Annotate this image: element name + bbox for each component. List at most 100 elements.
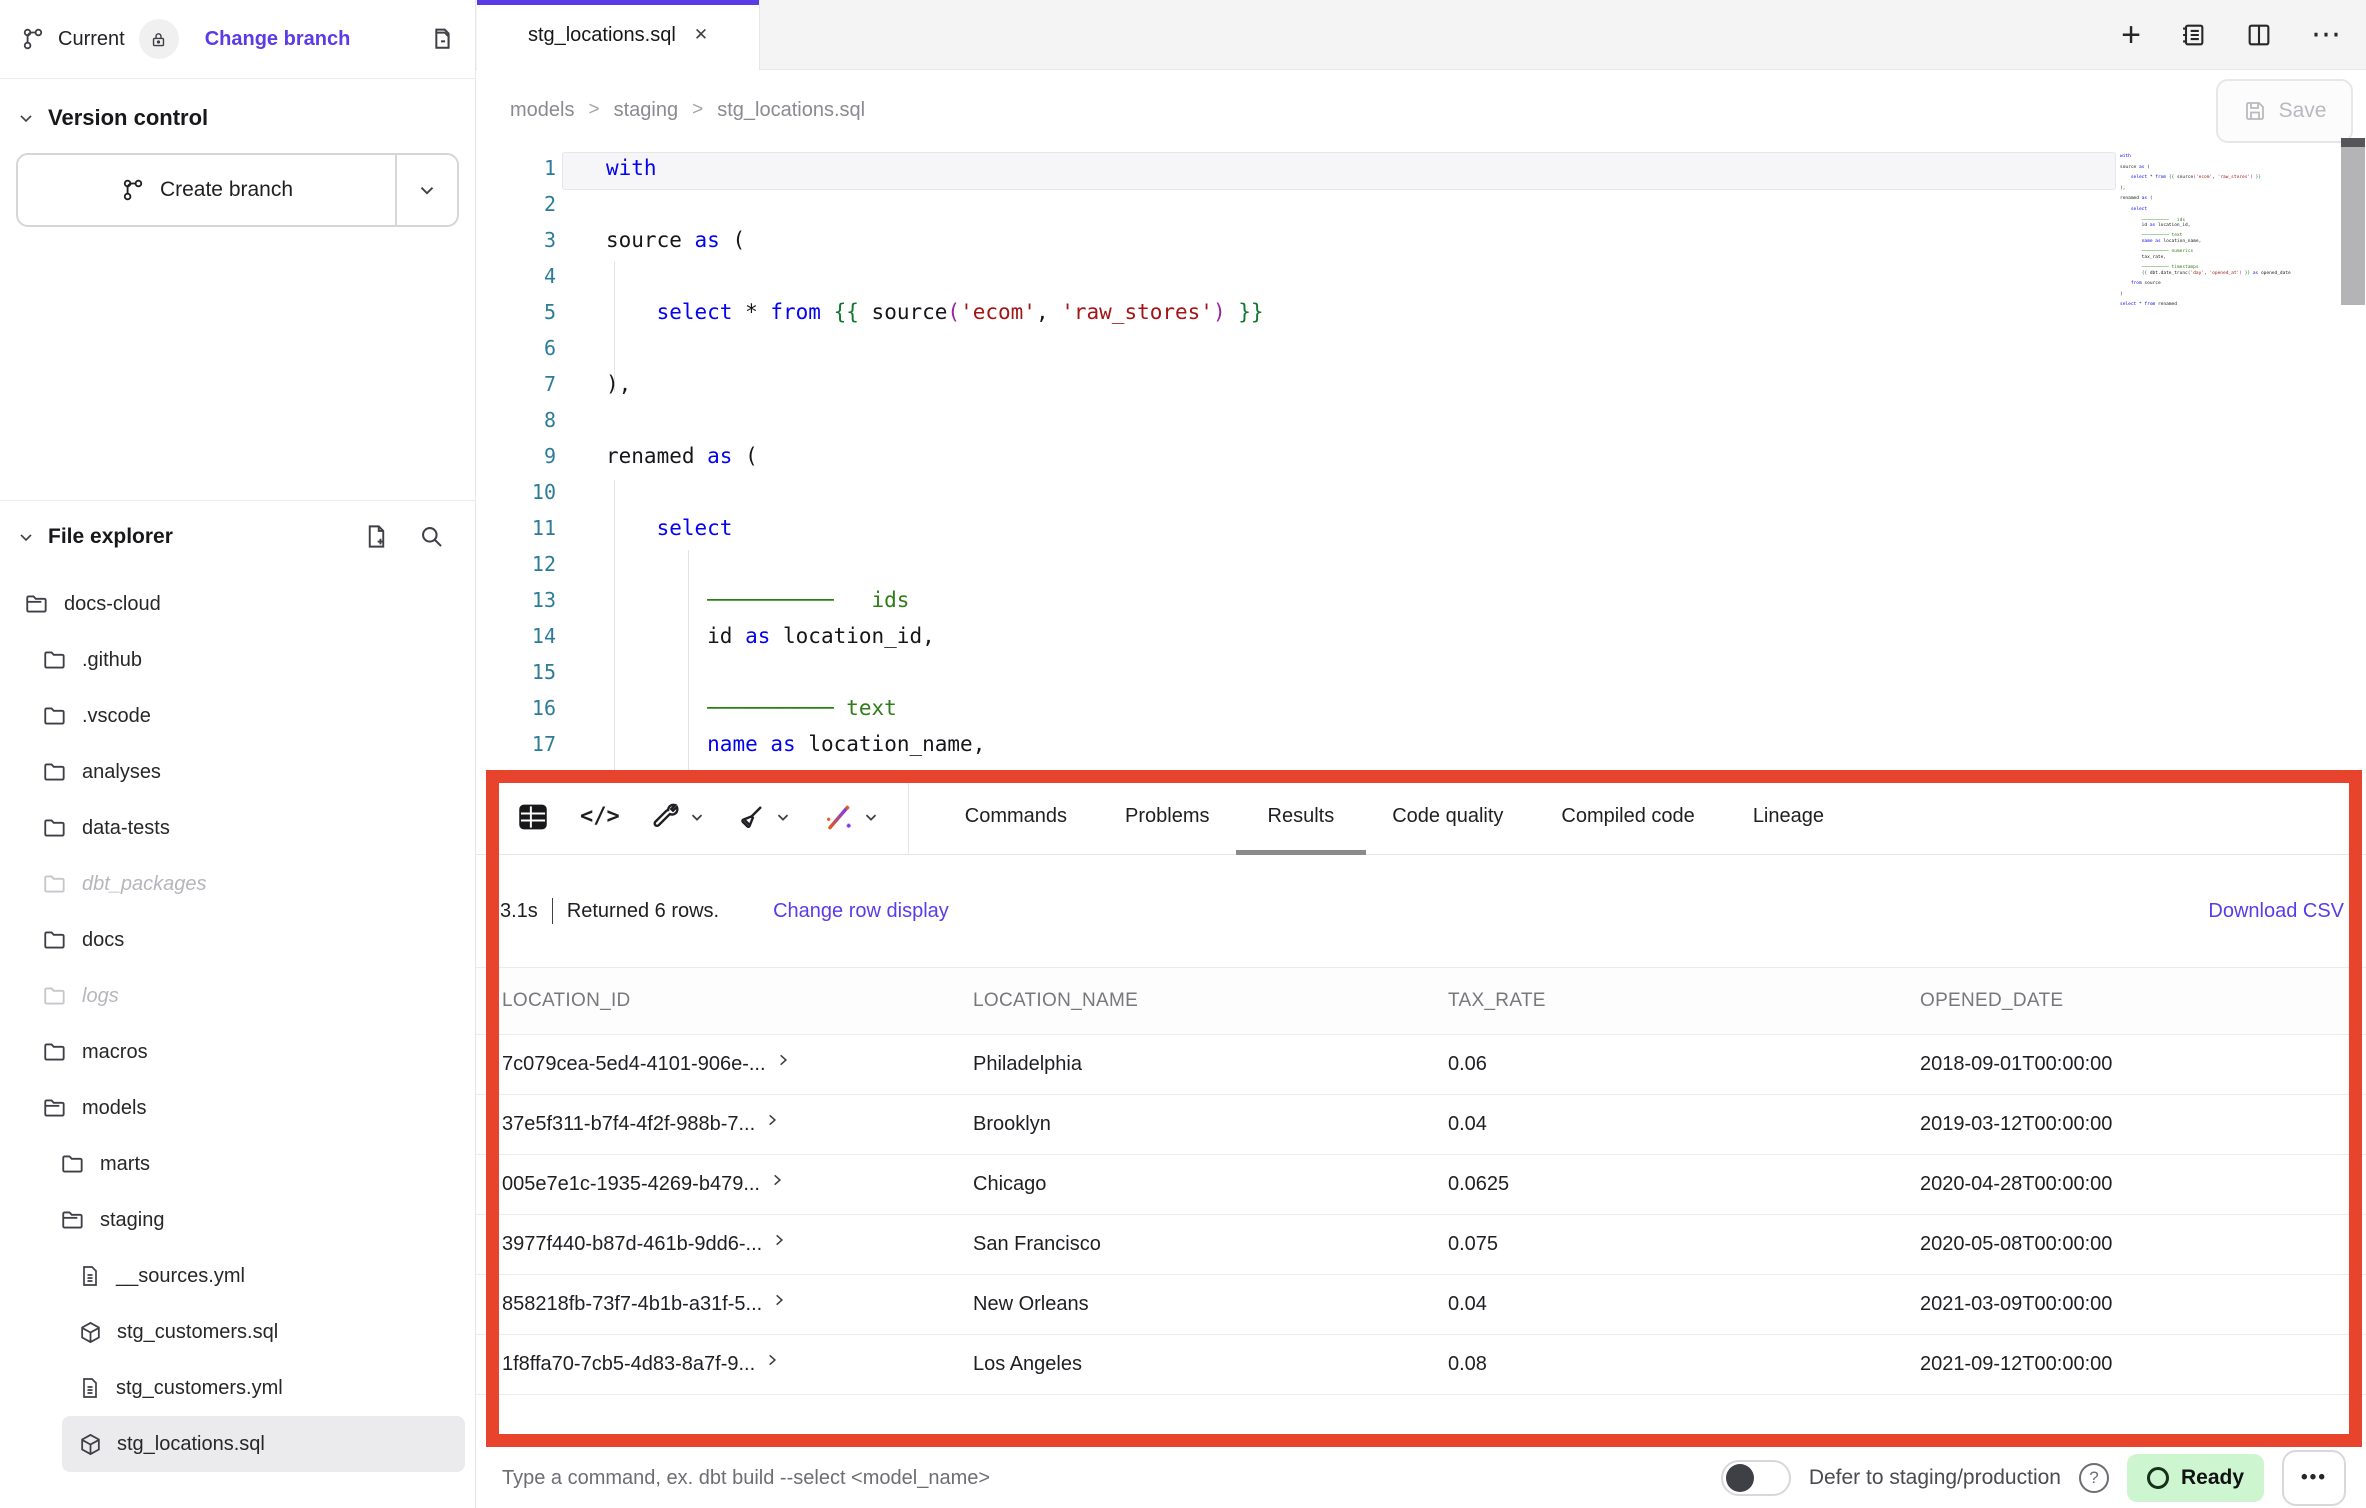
split-editor-icon[interactable]	[2245, 21, 2273, 49]
create-branch-label: Create branch	[160, 178, 293, 202]
table-row: 1f8ffa70-7cb5-4d83-8a7f-9...Los Angeles0…	[476, 1335, 2366, 1395]
save-button[interactable]: Save	[2216, 79, 2353, 143]
sidebar-item-staging[interactable]: staging	[0, 1192, 475, 1248]
table-cell: 1f8ffa70-7cb5-4d83-8a7f-9...	[476, 1353, 947, 1377]
panel-tab-commands[interactable]: Commands	[965, 779, 1067, 855]
expand-row-icon[interactable]	[772, 1233, 786, 1247]
overflow-menu-icon[interactable]: ⋯	[2311, 20, 2344, 50]
chevron-down-icon[interactable]	[16, 527, 36, 547]
minimap[interactable]: with source as ( select * from {{ source…	[2120, 154, 2270, 308]
scrollbar-thumb[interactable]	[2341, 147, 2365, 305]
new-tab-icon[interactable]: +	[2121, 18, 2141, 52]
sidebar-item-docs[interactable]: docs	[0, 912, 475, 968]
command-input[interactable]	[502, 1467, 1721, 1490]
expand-row-icon[interactable]	[772, 1293, 786, 1307]
table-icon[interactable]	[516, 800, 550, 834]
sidebar-item-macros[interactable]: macros	[0, 1024, 475, 1080]
code-line-15[interactable]: 15	[476, 654, 2366, 690]
panel-tab-problems[interactable]: Problems	[1125, 779, 1209, 855]
code-line-1[interactable]: 1with	[476, 150, 2366, 186]
sidebar-item-logs[interactable]: logs	[0, 968, 475, 1024]
model-icon	[78, 1320, 103, 1345]
code-line-17[interactable]: 17 name as location_name,	[476, 726, 2366, 762]
sidebar-item-data-tests[interactable]: data-tests	[0, 800, 475, 856]
version-control-section-header[interactable]: Version control	[0, 79, 475, 131]
code-line-12[interactable]: 12	[476, 546, 2366, 582]
sidebar-item-stg-locations-sql[interactable]: stg_locations.sql	[62, 1416, 465, 1472]
table-cell: 0.04	[1422, 1113, 1894, 1136]
expand-row-icon[interactable]	[776, 1053, 790, 1067]
create-branch-main[interactable]: Create branch	[18, 155, 395, 225]
expand-row-icon[interactable]	[765, 1353, 779, 1367]
folder-open-icon	[24, 591, 50, 617]
results-table: LOCATION_IDLOCATION_NAMETAX_RATEOPENED_D…	[476, 967, 2366, 1395]
help-icon[interactable]: ?	[2079, 1463, 2109, 1493]
folder-icon	[42, 927, 68, 953]
format-list-icon[interactable]	[2179, 21, 2207, 49]
toggle-knob	[1726, 1464, 1754, 1492]
panel-tab-code-quality[interactable]: Code quality	[1392, 779, 1503, 855]
panel-tab-compiled-code[interactable]: Compiled code	[1561, 779, 1694, 855]
sidebar-item-marts[interactable]: marts	[0, 1136, 475, 1192]
change-branch-link[interactable]: Change branch	[205, 28, 351, 51]
code-line-11[interactable]: 11 select	[476, 510, 2366, 546]
minimap-line: select * from renamed	[2120, 302, 2270, 307]
expand-row-icon[interactable]	[770, 1173, 784, 1187]
code-line-16[interactable]: 16 ────────── text	[476, 690, 2366, 726]
file-label: .vscode	[82, 705, 151, 728]
expand-row-icon[interactable]	[765, 1113, 779, 1127]
code-text: renamed as (	[556, 444, 758, 468]
file-label: data-tests	[82, 817, 170, 840]
chevron-down-icon	[862, 808, 880, 826]
magic-wand-icon[interactable]	[822, 801, 880, 833]
new-file-icon[interactable]	[363, 523, 390, 550]
sidebar-item-analyses[interactable]: analyses	[0, 744, 475, 800]
close-icon[interactable]: ✕	[694, 25, 708, 45]
breadcrumb-item-staging[interactable]: staging	[614, 99, 679, 122]
code-editor[interactable]: 1with23source as (45 select * from {{ so…	[476, 150, 2366, 780]
sidebar-item-stg-customers-yml[interactable]: stg_customers.yml	[0, 1360, 475, 1416]
sidebar-item-models[interactable]: models	[0, 1080, 475, 1136]
editor-scrollbar[interactable]	[2341, 138, 2365, 778]
code-line-9[interactable]: 9renamed as (	[476, 438, 2366, 474]
breadcrumb-separator: >	[588, 99, 599, 121]
create-branch-dropdown[interactable]	[395, 155, 457, 225]
defer-toggle[interactable]	[1721, 1460, 1791, 1496]
breadcrumb-item-stg-locations-sql[interactable]: stg_locations.sql	[717, 99, 865, 122]
search-icon[interactable]	[418, 523, 445, 550]
change-row-display-link[interactable]: Change row display	[773, 900, 949, 923]
panel-tab-lineage[interactable]: Lineage	[1753, 779, 1824, 855]
code-line-14[interactable]: 14 id as location_id,	[476, 618, 2366, 654]
panel-tab-results[interactable]: Results	[1268, 779, 1335, 855]
code-line-13[interactable]: 13 ────────── ids	[476, 582, 2366, 618]
tab-stg-locations[interactable]: stg_locations.sql ✕	[477, 0, 760, 70]
more-options-button[interactable]: •••	[2282, 1450, 2346, 1506]
code-line-7[interactable]: 7),	[476, 366, 2366, 402]
code-line-6[interactable]: 6	[476, 330, 2366, 366]
sidebar-item-dbt-packages[interactable]: dbt_packages	[0, 856, 475, 912]
code-line-8[interactable]: 8	[476, 402, 2366, 438]
sidebar-item-github[interactable]: .github	[0, 632, 475, 688]
code-line-4[interactable]: 4	[476, 258, 2366, 294]
code-text: select * from {{ source('ecom', 'raw_sto…	[556, 300, 1264, 324]
sidebar-item-vscode[interactable]: .vscode	[0, 688, 475, 744]
breadcrumb: models>staging>stg_locations.sql	[510, 99, 865, 122]
download-csv-link[interactable]: Download CSV	[2208, 900, 2344, 923]
sidebar-item-stg-customers-sql[interactable]: stg_customers.sql	[0, 1304, 475, 1360]
wrench-icon[interactable]	[650, 802, 706, 832]
code-line-5[interactable]: 5 select * from {{ source('ecom', 'raw_s…	[476, 294, 2366, 330]
line-number: 12	[476, 552, 556, 576]
table-cell: 37e5f311-b7f4-4f2f-988b-7...	[476, 1113, 947, 1137]
code-line-10[interactable]: 10	[476, 474, 2366, 510]
code-line-3[interactable]: 3source as (	[476, 222, 2366, 258]
sidebar-item-sources-yml[interactable]: __sources.yml	[0, 1248, 475, 1304]
sidebar-item-docs-cloud[interactable]: docs-cloud	[0, 576, 475, 632]
folder-icon	[42, 983, 68, 1009]
code-line-2[interactable]: 2	[476, 186, 2366, 222]
code-text: ),	[556, 372, 631, 396]
copy-icon[interactable]	[427, 25, 455, 53]
breadcrumb-item-models[interactable]: models	[510, 99, 574, 122]
table-cell: 0.04	[1422, 1293, 1894, 1316]
code-icon[interactable]: </>	[580, 804, 620, 829]
broom-icon[interactable]	[736, 802, 792, 832]
